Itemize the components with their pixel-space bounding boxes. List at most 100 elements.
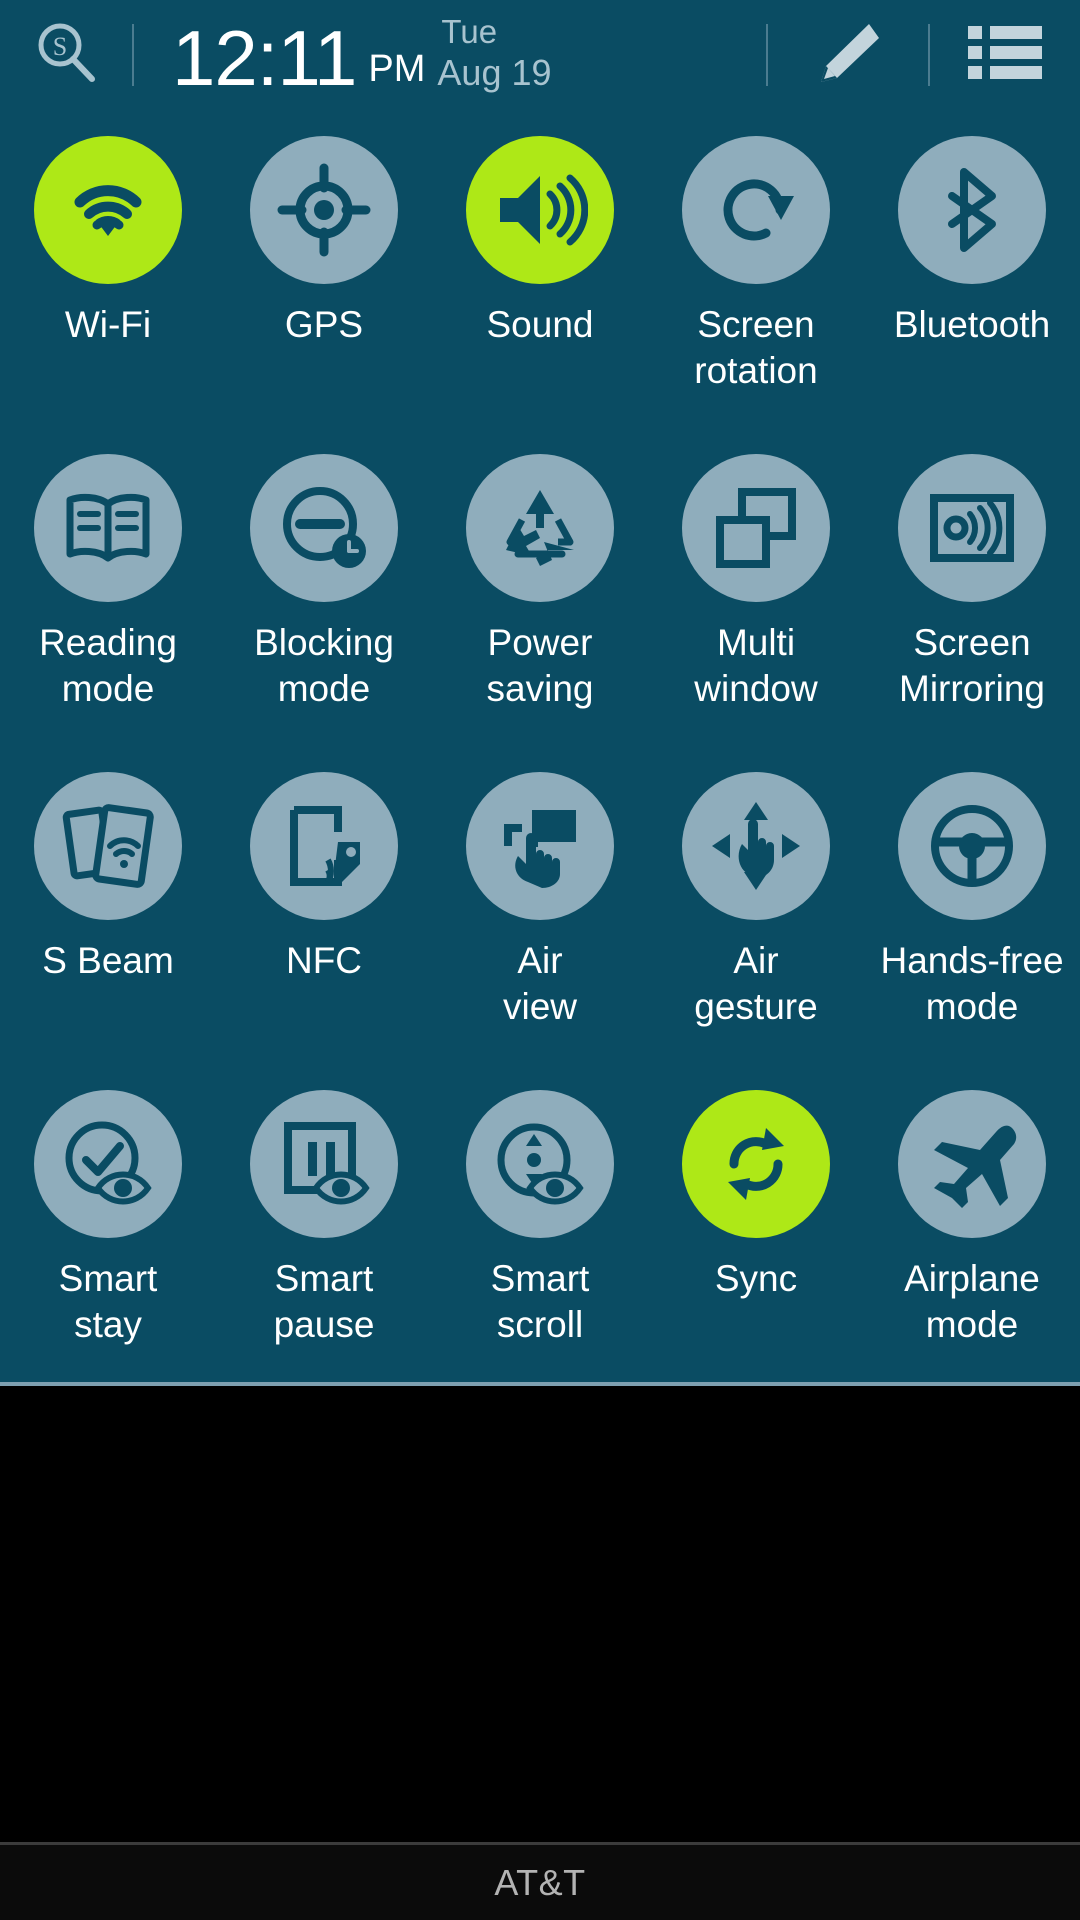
toggle-label-reading-mode: Reading mode (39, 622, 177, 709)
toggle-nfc[interactable]: NFC (216, 754, 432, 1072)
multi-window-icon (708, 480, 804, 576)
toggle-circle-sound[interactable] (466, 136, 614, 284)
toggle-label-blocking-mode: Blocking mode (254, 622, 394, 709)
clock-ampm: PM (368, 47, 426, 90)
toggle-s-beam[interactable]: S Beam (0, 754, 216, 1072)
air-gesture-icon (708, 798, 804, 894)
toggle-circle-smart-scroll[interactable] (466, 1090, 614, 1238)
toggle-sync[interactable]: Sync (648, 1072, 864, 1390)
toggle-label-multi-window: Multi window (694, 622, 818, 709)
toggle-circle-screen-mirroring[interactable] (898, 454, 1046, 602)
bluetooth-icon (924, 162, 1020, 258)
toggle-label-sync: Sync (714, 1258, 798, 1299)
toggle-circle-airplane-mode[interactable] (898, 1090, 1046, 1238)
toggle-label-screen-mirroring: Screen Mirroring (899, 622, 1045, 709)
toggle-reading-mode[interactable]: Reading mode (0, 436, 216, 754)
toggle-label-nfc: NFC (285, 940, 363, 981)
toggle-sound[interactable]: Sound (432, 118, 648, 436)
toggle-circle-multi-window[interactable] (682, 454, 830, 602)
edit-button[interactable] (768, 0, 928, 110)
toggle-circle-power-saving[interactable] (466, 454, 614, 602)
pencil-edit-icon (811, 16, 885, 95)
clock-time: 12:11 (172, 13, 357, 102)
block-clock-icon (276, 480, 372, 576)
sync-refresh-icon (708, 1116, 804, 1212)
toggle-circle-smart-pause[interactable] (250, 1090, 398, 1238)
toggle-air-gesture[interactable]: Air gesture (648, 754, 864, 1072)
quick-settings-list-button[interactable] (930, 0, 1080, 110)
toggle-circle-reading-mode[interactable] (34, 454, 182, 602)
toggle-circle-bluetooth[interactable] (898, 136, 1046, 284)
status-bar: S 12:11 PM Tue Aug 19 (0, 0, 1080, 110)
toggle-label-sound: Sound (486, 304, 594, 345)
toggle-circle-air-gesture[interactable] (682, 772, 830, 920)
toggle-circle-nfc[interactable] (250, 772, 398, 920)
toggle-circle-smart-stay[interactable] (34, 1090, 182, 1238)
toggle-hands-free-mode[interactable]: Hands-free mode (864, 754, 1080, 1072)
rotate-screen-icon (708, 162, 804, 258)
toggle-circle-air-view[interactable] (466, 772, 614, 920)
carrier-bar: AT&T (0, 1845, 1080, 1920)
toggle-label-airplane-mode: Airplane mode (904, 1258, 1040, 1345)
toggle-multi-window[interactable]: Multi window (648, 436, 864, 754)
toggle-circle-hands-free-mode[interactable] (898, 772, 1046, 920)
open-book-icon (60, 480, 156, 576)
toggle-label-smart-stay: Smart stay (58, 1258, 158, 1345)
nfc-tag-icon (276, 798, 372, 894)
toggle-circle-gps[interactable] (250, 136, 398, 284)
toggle-air-view[interactable]: Air view (432, 754, 648, 1072)
clock-date-group: 12:11 PM Tue Aug 19 (172, 12, 552, 102)
toggle-gps[interactable]: GPS (216, 118, 432, 436)
toggle-label-wifi: Wi-Fi (64, 304, 152, 345)
gps-crosshair-icon (276, 162, 372, 258)
steering-wheel-icon (924, 798, 1020, 894)
air-view-hand-icon (492, 798, 588, 894)
toggle-label-bluetooth: Bluetooth (893, 304, 1051, 345)
wifi-icon (60, 162, 156, 258)
date-month-day: Aug 19 (437, 51, 552, 93)
s-finder-button[interactable]: S (0, 0, 132, 110)
svg-text:S: S (53, 32, 67, 61)
toggle-circle-wifi[interactable] (34, 136, 182, 284)
airplane-icon (924, 1116, 1020, 1212)
toggle-blocking-mode[interactable]: Blocking mode (216, 436, 432, 754)
toggle-label-smart-pause: Smart pause (273, 1258, 375, 1345)
carrier-name: AT&T (494, 1861, 586, 1903)
toggle-label-gps: GPS (284, 304, 364, 345)
s-beam-icon (60, 798, 156, 894)
quick-settings-toggle-grid: Wi-Fi GPS Sound Screen rotation Bluetoot… (0, 110, 1080, 1390)
screen-mirror-icon (924, 480, 1020, 576)
s-finder-search-icon: S (30, 17, 102, 94)
toggle-label-hands-free-mode: Hands-free mode (880, 940, 1064, 1027)
toggle-smart-stay[interactable]: Smart stay (0, 1072, 216, 1390)
toggle-wifi[interactable]: Wi-Fi (0, 118, 216, 436)
list-menu-icon (966, 22, 1044, 89)
speaker-sound-icon (492, 162, 588, 258)
empty-notification-area (0, 1386, 1080, 1920)
toggle-circle-blocking-mode[interactable] (250, 454, 398, 602)
toggle-bluetooth[interactable]: Bluetooth (864, 118, 1080, 436)
date-group: Tue Aug 19 (437, 12, 552, 93)
toggle-circle-screen-rotation[interactable] (682, 136, 830, 284)
quick-settings-panel: S 12:11 PM Tue Aug 19 Wi-Fi GPS Sound Sc… (0, 0, 1080, 1386)
toggle-airplane-mode[interactable]: Airplane mode (864, 1072, 1080, 1390)
date-day-of-week: Tue (441, 12, 498, 50)
toggle-screen-rotation[interactable]: Screen rotation (648, 118, 864, 436)
toggle-label-air-view: Air view (502, 940, 578, 1027)
statusbar-divider-left (132, 24, 134, 86)
toggle-label-smart-scroll: Smart scroll (490, 1258, 590, 1345)
toggle-smart-scroll[interactable]: Smart scroll (432, 1072, 648, 1390)
toggle-label-s-beam: S Beam (42, 940, 174, 981)
recycle-icon (492, 480, 588, 576)
toggle-label-screen-rotation: Screen rotation (694, 304, 818, 391)
toggle-circle-sync[interactable] (682, 1090, 830, 1238)
smart-pause-eye-icon (276, 1116, 372, 1212)
toggle-label-power-saving: Power saving (486, 622, 594, 709)
toggle-power-saving[interactable]: Power saving (432, 436, 648, 754)
smart-stay-eye-icon (60, 1116, 156, 1212)
toggle-label-air-gesture: Air gesture (694, 940, 818, 1027)
toggle-smart-pause[interactable]: Smart pause (216, 1072, 432, 1390)
smart-scroll-eye-icon (492, 1116, 588, 1212)
toggle-circle-s-beam[interactable] (34, 772, 182, 920)
toggle-screen-mirroring[interactable]: Screen Mirroring (864, 436, 1080, 754)
